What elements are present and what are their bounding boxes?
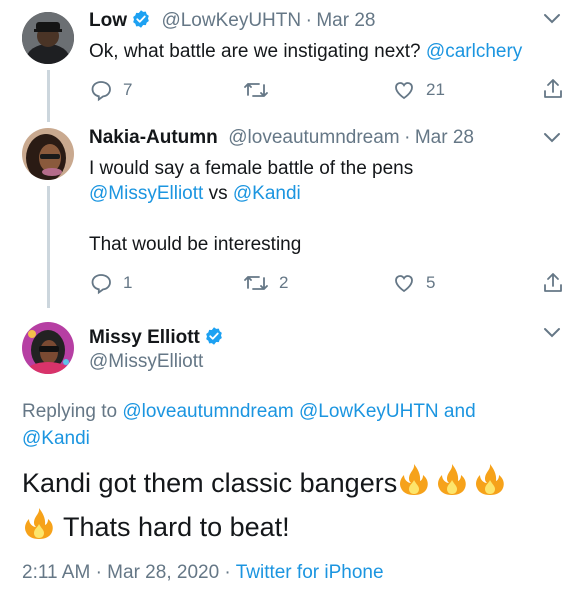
share-button[interactable]	[541, 77, 565, 101]
avatar[interactable]	[22, 128, 74, 180]
thread-line	[47, 70, 50, 122]
mention-link[interactable]: @carlchery	[426, 41, 522, 62]
author-handle[interactable]: @LowKeyUHTN	[161, 10, 301, 31]
author-handle[interactable]: @MissyElliott	[89, 351, 203, 373]
separator: ·	[404, 127, 411, 148]
retweet-button[interactable]	[243, 78, 279, 102]
reply-icon	[91, 81, 111, 102]
reply-count: 1	[123, 273, 133, 292]
retweet-button[interactable]: 2	[243, 271, 288, 295]
fire-emoji-icon	[473, 462, 507, 506]
share-button[interactable]	[541, 271, 565, 295]
fire-emoji-icon	[22, 506, 56, 550]
chevron-down-icon[interactable]	[542, 131, 562, 145]
avatar[interactable]	[22, 12, 74, 64]
separator: ·	[305, 10, 312, 31]
mention-link[interactable]: @Kandi	[233, 183, 301, 204]
replying-to: Replying to @loveautumndream @LowKeyUHTN…	[22, 401, 476, 449]
verified-badge-icon	[204, 326, 224, 351]
tweet-text-line: @MissyElliott vs @Kandi	[89, 183, 301, 204]
retweet-count: 2	[279, 273, 289, 292]
tweet-text-line: I would say a female battle of the pens	[89, 158, 414, 179]
main-tweet-text: Kandi got them classic bangers Thats har…	[22, 462, 582, 550]
mention-link[interactable]: @loveautumndream	[122, 401, 293, 422]
mention-link[interactable]: @Kandi	[22, 428, 90, 449]
heart-icon	[395, 275, 413, 293]
chevron-down-icon[interactable]	[542, 12, 562, 26]
fire-emoji-icon	[397, 462, 431, 506]
author-handle[interactable]: @loveautumndream	[228, 127, 399, 148]
source-link[interactable]: Twitter for iPhone	[236, 562, 384, 583]
timestamp[interactable]: 2:11 AM · Mar 28, 2020 ·	[22, 562, 236, 583]
retweet-icon	[244, 83, 268, 97]
avatar[interactable]	[22, 322, 74, 374]
tweet-meta: 2:11 AM · Mar 28, 2020 · Twitter for iPh…	[22, 562, 384, 584]
thread-line	[47, 186, 50, 308]
verified-badge-icon	[131, 9, 151, 34]
tweet-date[interactable]: Mar 28	[316, 10, 375, 31]
share-icon	[544, 273, 562, 292]
tweet-date[interactable]: Mar 28	[415, 127, 474, 148]
author-name[interactable]: Low	[89, 10, 127, 31]
share-icon	[544, 79, 562, 98]
like-count: 21	[426, 80, 445, 99]
heart-icon	[395, 82, 413, 100]
author-name[interactable]: Missy Elliott	[89, 327, 200, 348]
chevron-down-icon[interactable]	[542, 326, 562, 340]
tweet-text-line: That would be interesting	[89, 234, 302, 255]
author-name[interactable]: Nakia-Autumn	[89, 127, 218, 148]
reply-icon	[91, 274, 111, 295]
like-button[interactable]: 21	[392, 78, 445, 102]
mention-link[interactable]: @MissyElliott	[89, 183, 203, 204]
reply-button[interactable]: 1	[89, 271, 132, 295]
reply-count: 7	[123, 80, 133, 99]
mention-link[interactable]: @LowKeyUHTN	[299, 401, 439, 422]
like-button[interactable]: 5	[392, 271, 435, 295]
retweet-icon	[244, 276, 268, 290]
tweet-text: Ok, what battle are we instigating next?…	[89, 41, 523, 62]
reply-button[interactable]: 7	[89, 78, 132, 102]
fire-emoji-icon	[435, 462, 469, 506]
like-count: 5	[426, 273, 436, 292]
